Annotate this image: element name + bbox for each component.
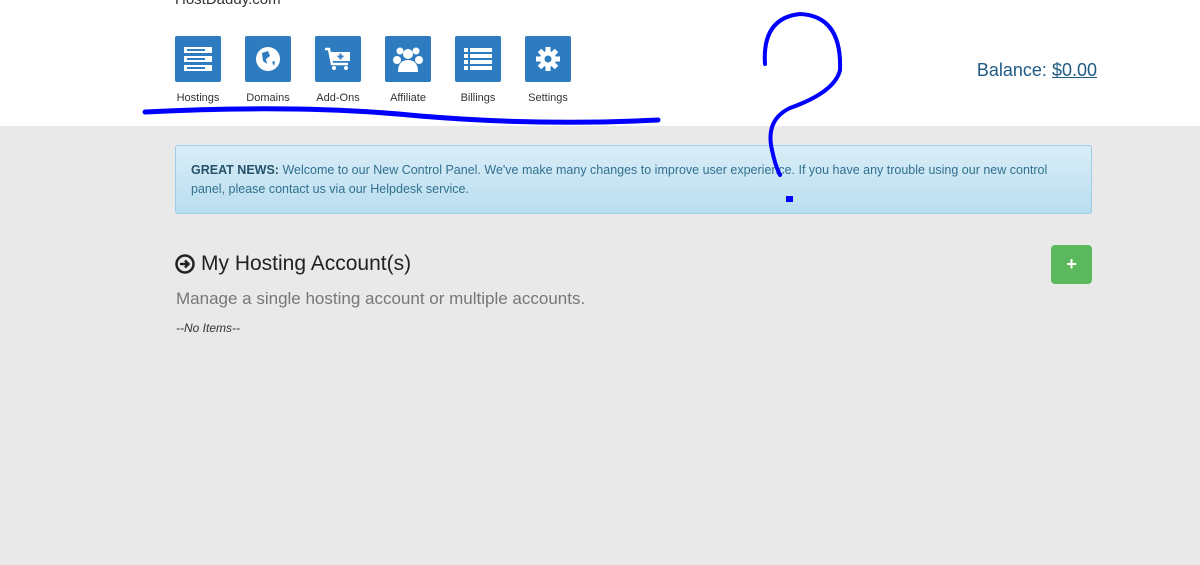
nav-label: Billings bbox=[460, 92, 496, 104]
nav-label: Affiliate bbox=[390, 92, 426, 104]
section-title-text: My Hosting Account(s) bbox=[201, 252, 412, 275]
nav-label: Add-Ons bbox=[316, 92, 360, 104]
nav-label: Domains bbox=[246, 92, 290, 104]
cart-plus-icon bbox=[315, 36, 361, 82]
nav-domains[interactable]: Domains bbox=[245, 36, 315, 104]
balance-label: Balance: bbox=[976, 60, 1047, 80]
server-icon bbox=[175, 36, 221, 82]
balance-link[interactable]: $0.00 bbox=[1052, 60, 1097, 80]
globe-icon bbox=[245, 36, 291, 82]
alert-strong: GREAT NEWS: bbox=[191, 163, 279, 177]
nav-settings[interactable]: Settings bbox=[525, 36, 595, 104]
gear-icon bbox=[525, 36, 571, 82]
arrow-circle-right-icon bbox=[175, 254, 195, 274]
nav-affiliate[interactable]: Affiliate bbox=[385, 36, 455, 104]
balance: Balance: $0.00 bbox=[977, 60, 1097, 81]
empty-message: --No Items-- bbox=[176, 321, 240, 335]
nav-addons[interactable]: Add-Ons bbox=[315, 36, 385, 104]
news-alert: GREAT NEWS: Welcome to our New Control P… bbox=[175, 145, 1092, 214]
nav-label: Settings bbox=[528, 92, 568, 104]
nav-billings[interactable]: Billings bbox=[455, 36, 525, 104]
nav-label: Hostings bbox=[176, 92, 220, 104]
header: HostDaddy.com Hostings Domains Add-Ons A… bbox=[0, 0, 1200, 126]
add-hosting-button[interactable]: + bbox=[1051, 245, 1092, 284]
section-title: My Hosting Account(s) bbox=[175, 252, 411, 276]
section-subtitle: Manage a single hosting account or multi… bbox=[176, 289, 586, 308]
users-icon bbox=[385, 36, 431, 82]
alert-text: Welcome to our New Control Panel. We've … bbox=[191, 163, 1048, 196]
list-icon bbox=[455, 36, 501, 82]
nav-hostings[interactable]: Hostings bbox=[175, 36, 245, 104]
main-nav: Hostings Domains Add-Ons Affiliate Billi… bbox=[175, 36, 595, 104]
site-name: HostDaddy.com bbox=[175, 0, 281, 8]
